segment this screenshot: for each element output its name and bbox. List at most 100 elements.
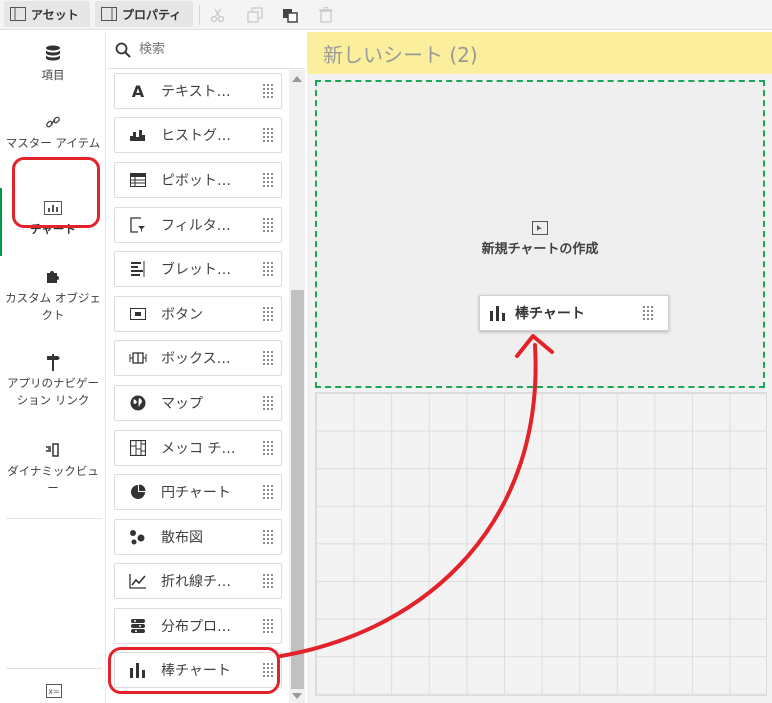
nav-item-label: ダイナミックビュー	[7, 464, 99, 495]
drag-handle-icon[interactable]	[642, 305, 654, 321]
button-icon	[130, 308, 146, 320]
chart-item-mekko[interactable]: メッコ チ…	[114, 430, 282, 466]
drag-handle-icon[interactable]	[262, 217, 274, 233]
drag-handle-icon[interactable]	[262, 529, 274, 545]
create-chart-label: 新規チャートの作成	[481, 242, 599, 257]
pie-chart-icon	[131, 484, 146, 499]
box-plot-icon	[129, 352, 147, 364]
sheet-grid[interactable]	[315, 392, 767, 696]
dynamic-view-icon	[46, 443, 59, 457]
nav-item-label: マスター アイテム	[5, 136, 101, 150]
chart-item-distribution-plot[interactable]: 分布プロ…	[114, 608, 282, 644]
chart-item-pie-chart[interactable]: 円チャート	[114, 474, 282, 510]
properties-label: プロパティ	[122, 7, 182, 22]
drag-handle-icon[interactable]	[262, 484, 274, 500]
chart-item-map[interactable]: マップ	[114, 385, 282, 421]
nav-item-custom-objects[interactable]: カスタム オブジェクト	[4, 268, 102, 324]
chart-item-label: 折れ線チ…	[161, 574, 231, 590]
nav-item-navigation-links[interactable]: アプリのナビゲーション リンク	[4, 353, 102, 409]
mekko-icon	[130, 440, 146, 456]
assets-button[interactable]: アセット	[4, 1, 90, 27]
chart-item-label: ブレット…	[161, 262, 231, 278]
cut-icon[interactable]	[208, 5, 228, 25]
scroll-down-arrow-icon[interactable]	[292, 693, 302, 699]
chart-item-label: テキスト…	[161, 84, 231, 100]
nav-divider	[6, 668, 102, 669]
chart-item-label: 円チャート	[161, 485, 231, 501]
drag-handle-icon[interactable]	[262, 573, 274, 589]
scatter-icon	[130, 530, 145, 545]
drag-handle-icon[interactable]	[262, 440, 274, 456]
nav-item-master-items[interactable]: マスター アイテム	[4, 113, 102, 152]
nav-item-label: 項目	[41, 68, 65, 82]
chart-item-label: マップ	[161, 396, 203, 412]
new-chart-icon	[532, 221, 548, 235]
chart-item-label: メッコ チ…	[161, 441, 236, 457]
chart-item-label: 分布プロ…	[161, 619, 231, 635]
link-icon	[46, 116, 60, 128]
search-icon	[115, 42, 131, 58]
chart-item-label: ボックス…	[161, 351, 231, 367]
chart-item-label: ヒストグ…	[161, 128, 231, 144]
dragged-bar-chart-card[interactable]: 棒チャート	[479, 295, 669, 331]
chart-item-pivot-table[interactable]: ピボット…	[114, 162, 282, 198]
dragged-card-label: 棒チャート	[515, 306, 585, 322]
distribution-plot-icon	[131, 619, 145, 633]
nav-item-label: カスタム オブジェクト	[5, 291, 101, 322]
histogram-icon	[130, 130, 145, 141]
chart-item-histogram[interactable]: ヒストグ…	[114, 117, 282, 153]
search-input[interactable]	[139, 42, 289, 57]
scrollbar-thumb[interactable]	[291, 290, 304, 689]
search-bar	[107, 31, 305, 69]
drag-handle-icon[interactable]	[262, 618, 274, 634]
charts-highlight-outline	[12, 157, 100, 228]
drag-handle-icon[interactable]	[262, 127, 274, 143]
toolbar-divider	[199, 5, 200, 25]
filter-pane-icon	[130, 217, 145, 233]
chart-item-label: 散布図	[161, 530, 203, 546]
nav-item-fields[interactable]: 項目	[4, 45, 102, 84]
drag-handle-icon[interactable]	[262, 350, 274, 366]
chart-item-box-plot[interactable]: ボックス…	[114, 340, 282, 376]
chart-item-scatter-plot[interactable]: 散布図	[114, 519, 282, 555]
sheet-title: 新しいシート (2)	[323, 42, 478, 67]
drag-handle-icon[interactable]	[262, 83, 274, 99]
delete-icon[interactable]	[316, 5, 336, 25]
nav-item-dynamic-views[interactable]: ダイナミックビュー	[4, 441, 102, 497]
variables-icon[interactable]: x=	[46, 684, 62, 698]
drag-handle-icon[interactable]	[262, 172, 274, 188]
line-chart-icon	[129, 574, 146, 589]
globe-icon	[130, 395, 146, 411]
chart-item-filter-pane[interactable]: フィルタ…	[114, 207, 282, 243]
assets-label: アセット	[31, 7, 79, 22]
chart-item-label: ピボット…	[161, 173, 231, 189]
active-indicator	[0, 188, 2, 256]
scroll-up-arrow-icon[interactable]	[292, 76, 302, 82]
chart-item-line-chart[interactable]: 折れ線チ…	[114, 563, 282, 599]
panel-left-icon	[10, 7, 26, 21]
puzzle-icon	[47, 271, 59, 283]
signpost-icon	[47, 354, 60, 371]
drag-handle-icon[interactable]	[262, 395, 274, 411]
chart-item-text[interactable]: A テキスト…	[114, 73, 282, 109]
database-icon	[46, 45, 60, 61]
chart-item-bullet-chart[interactable]: ブレット…	[114, 251, 282, 287]
toolbar: アセット プロパティ	[0, 0, 772, 30]
drag-handle-icon[interactable]	[262, 306, 274, 322]
nav-item-label: アプリのナビゲーション リンク	[7, 376, 99, 407]
copy-icon[interactable]	[245, 5, 265, 25]
bullet-chart-icon	[131, 261, 145, 277]
properties-button[interactable]: プロパティ	[95, 1, 193, 27]
bar-chart-highlight-outline	[108, 647, 280, 694]
drag-handle-icon[interactable]	[262, 261, 274, 277]
paste-icon[interactable]	[280, 5, 300, 25]
sheet-title-bar[interactable]: 新しいシート (2)	[307, 32, 772, 74]
chart-item-button[interactable]: ボタン	[114, 296, 282, 332]
svg-text:A: A	[132, 83, 145, 99]
panel-right-icon	[101, 7, 117, 21]
pivot-table-icon	[130, 173, 146, 187]
assets-nav: 項目 マスター アイテム チャート カスタム オブジェクト アプリのナビゲーショ…	[0, 31, 106, 703]
svg-text:x=: x=	[48, 687, 59, 696]
text-icon: A	[132, 83, 145, 99]
nav-divider	[6, 518, 102, 519]
